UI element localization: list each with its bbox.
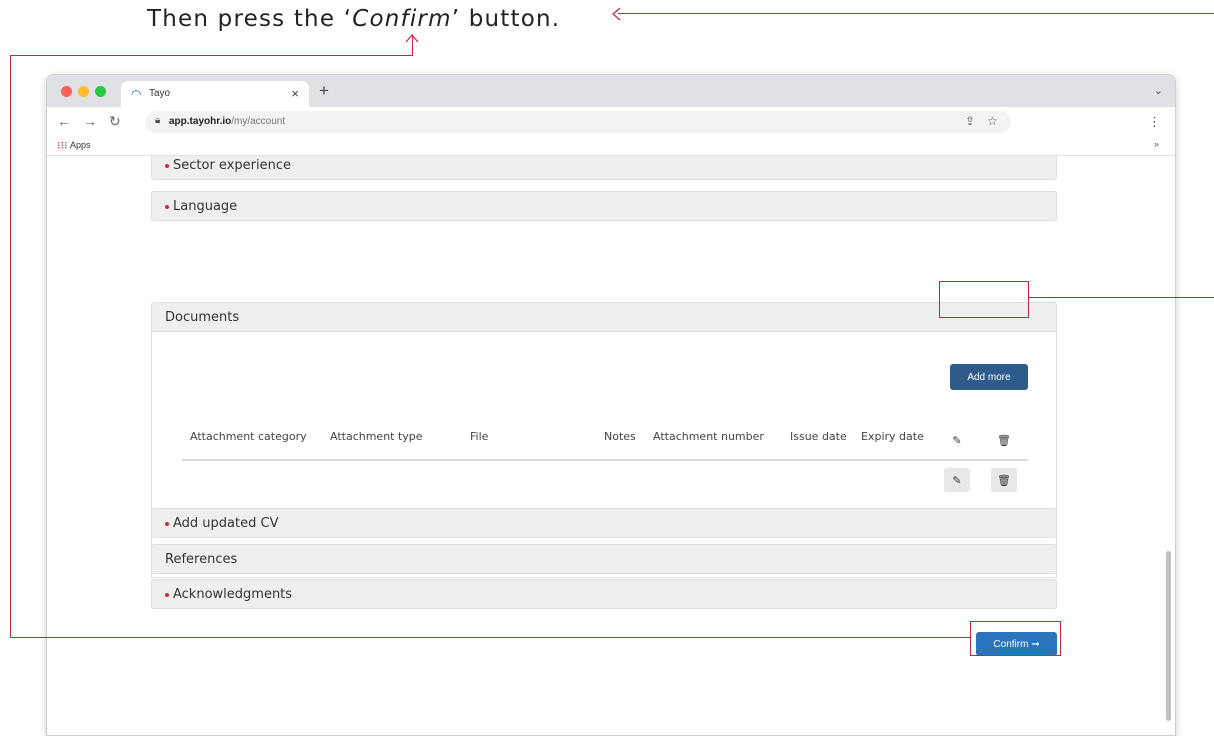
browser-tab[interactable]: ◠ Tayo × — [121, 81, 309, 107]
address-bar[interactable]: 🔒︎ app.tayohr.io/my/account ⇪ ☆ — [145, 111, 1011, 133]
minimize-window-dot[interactable] — [78, 86, 89, 97]
edit-icon[interactable]: ✎ — [944, 468, 970, 492]
section-label: References — [165, 552, 237, 567]
share-icon[interactable]: ⇪ — [965, 114, 975, 128]
section-add-updated-cv[interactable]: Add updated CV — [151, 508, 1057, 538]
instruction-emphasis: Confirm — [352, 6, 452, 32]
section-title: Documents — [165, 310, 240, 325]
section-label: Add updated CV — [165, 516, 278, 531]
tab-title: Tayo — [149, 88, 171, 99]
new-tab-button[interactable]: + — [319, 81, 329, 101]
section-sector-experience[interactable]: Sector experience — [151, 156, 1057, 180]
annotation-line-confirm — [10, 637, 970, 638]
instruction-prefix: Then press the ‘ — [147, 6, 353, 32]
annotation-line-top — [618, 13, 1214, 14]
maximize-window-dot[interactable] — [95, 86, 106, 97]
column-header-attachment-category: Attachment category — [190, 430, 307, 443]
confirm-highlight — [970, 621, 1061, 656]
reload-icon[interactable]: ↻ — [109, 113, 121, 130]
back-arrow-icon[interactable]: ← — [57, 113, 71, 129]
forward-arrow-icon[interactable]: → — [83, 113, 97, 129]
chevron-down-icon[interactable]: ⌄ — [1154, 84, 1163, 97]
close-window-dot[interactable] — [61, 86, 72, 97]
table-divider — [182, 459, 1028, 461]
column-header-attachment-number: Attachment number — [653, 430, 764, 443]
annotation-arrowhead-right — [612, 7, 621, 21]
browser-toolbar: ← → ↻ 🔒︎ app.tayohr.io/my/account ⇪ ☆ ⋮ — [47, 107, 1175, 137]
section-language[interactable]: Language — [151, 191, 1057, 221]
bookmarks-bar: ⁝⁝⁝ Apps » — [47, 137, 1175, 156]
scrollbar-thumb[interactable] — [1166, 551, 1171, 721]
documents-panel: Add more Attachment category Attachment … — [151, 332, 1057, 578]
trash-icon[interactable]: 🗑︎ — [991, 428, 1017, 452]
trash-icon[interactable]: 🗑︎ — [991, 468, 1017, 492]
bookmark-apps[interactable]: Apps — [70, 140, 91, 150]
annotation-line-caption-left — [10, 55, 413, 56]
section-title: Sector experience — [173, 158, 291, 173]
section-label: Sector experience — [165, 158, 291, 173]
tab-close-icon[interactable]: × — [291, 86, 299, 101]
edit-icon[interactable]: ✎ — [944, 428, 970, 452]
required-dot — [165, 163, 169, 168]
url-domain: app.tayohr.io — [169, 116, 232, 127]
column-header-attachment-type: Attachment type — [330, 430, 423, 443]
tab-bar: ◠ Tayo × + ⌄ — [47, 75, 1175, 107]
column-header-issue-date: Issue date — [790, 430, 847, 443]
apps-grid-icon[interactable]: ⁝⁝⁝ — [57, 139, 68, 152]
url-path: /my/account — [231, 116, 286, 127]
annotation-line-left-vertical — [10, 55, 11, 638]
column-header-notes: Notes — [604, 430, 636, 443]
add-more-highlight — [939, 281, 1029, 318]
kebab-menu-icon[interactable]: ⋮ — [1148, 114, 1161, 130]
required-dot — [165, 204, 169, 209]
bookmarks-more-icon[interactable]: » — [1154, 139, 1159, 149]
lock-icon: 🔒︎ — [155, 115, 161, 126]
section-title: Add updated CV — [173, 516, 279, 531]
section-documents[interactable]: Documents — [151, 302, 1057, 332]
instruction-suffix: ’ button. — [451, 6, 561, 32]
url-text: app.tayohr.io/my/account — [169, 116, 285, 127]
instruction-caption: Then press the ‘Confirm’ button. — [147, 6, 560, 32]
section-acknowledgments[interactable]: Acknowledgments — [151, 579, 1057, 609]
add-more-button[interactable]: Add more — [950, 364, 1028, 390]
column-header-expiry-date: Expiry date — [861, 430, 924, 443]
section-title: References — [165, 552, 238, 567]
section-label: Language — [165, 199, 237, 214]
column-header-file: File — [470, 430, 489, 443]
annotation-line-caption-down — [412, 36, 413, 56]
required-dot — [165, 521, 169, 526]
tayo-logo-icon: ◠ — [131, 87, 142, 101]
required-dot — [165, 592, 169, 597]
annotation-line-add-more — [1029, 297, 1214, 298]
section-title: Language — [173, 199, 238, 214]
section-title: Acknowledgments — [173, 587, 293, 602]
section-label: Acknowledgments — [165, 587, 292, 602]
section-label: Documents — [165, 310, 239, 325]
star-icon[interactable]: ☆ — [987, 114, 998, 128]
section-references[interactable]: References — [151, 544, 1057, 574]
